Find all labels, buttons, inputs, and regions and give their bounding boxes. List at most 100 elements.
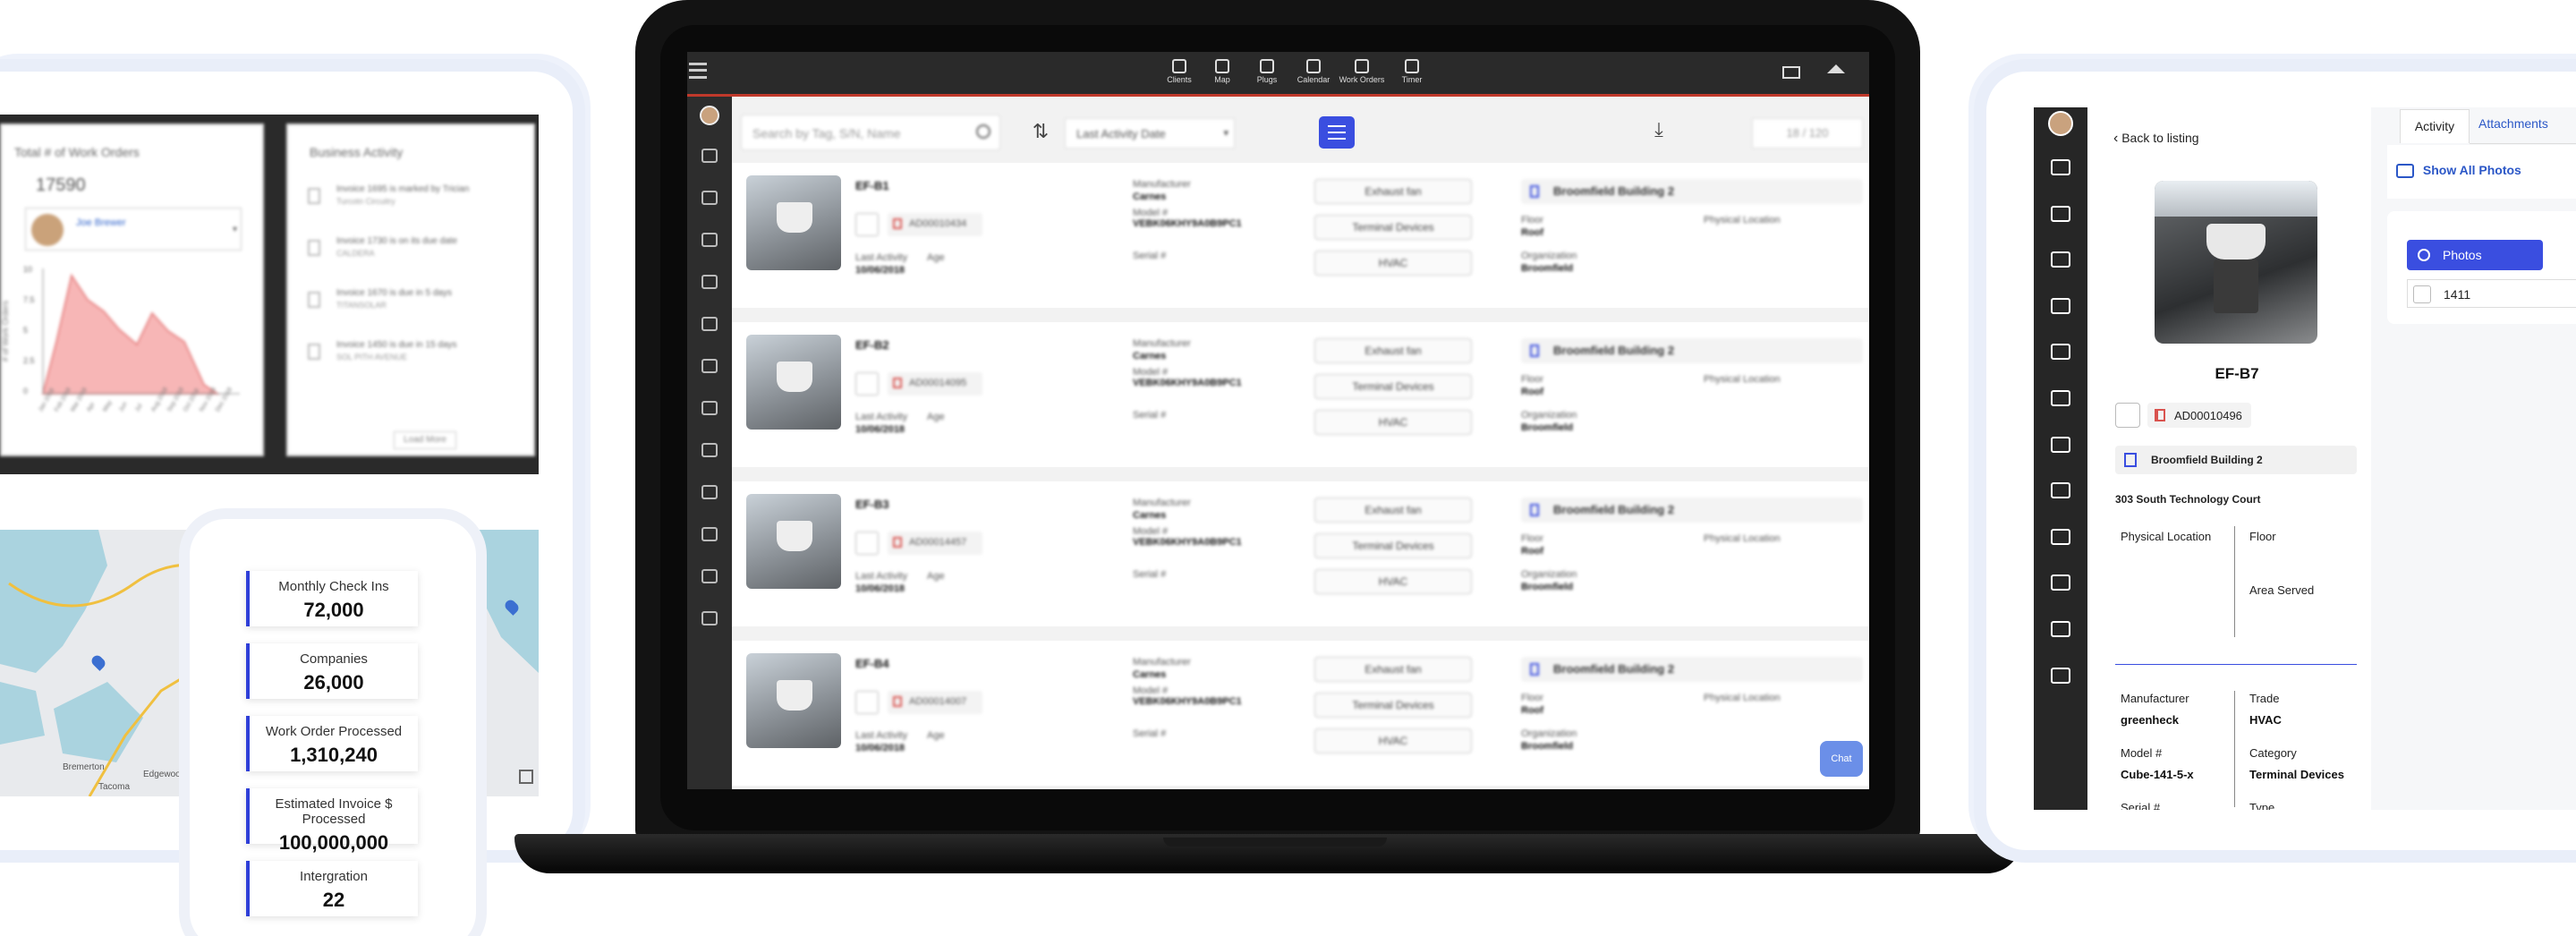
asset-row[interactable]: EF-B3 AD00014457 Last Activity Age 10/06/201… xyxy=(732,481,1869,626)
photos-button[interactable]: Photos xyxy=(2407,240,2543,270)
activity-item[interactable]: Invoice 1670 is due in 5 days TITANSOLAR xyxy=(308,288,523,324)
activity-item[interactable]: Invoice 1695 is marked by Trician Turcotn… xyxy=(308,184,523,220)
user-pin-icon[interactable] xyxy=(701,359,718,373)
briefcase-icon[interactable] xyxy=(2051,344,2070,361)
pie-chart-icon[interactable] xyxy=(701,569,718,583)
stat-card: Estimated Invoice $ Processed 100,000,000 xyxy=(246,788,418,854)
asset-id: AD00010434 xyxy=(909,218,967,229)
y-tick-label: 2.5 xyxy=(23,356,35,365)
select-checkbox[interactable] xyxy=(2115,403,2140,428)
load-more-button[interactable]: Load More xyxy=(394,431,456,449)
dollar-icon[interactable] xyxy=(701,275,718,289)
model-label: Model # xyxy=(1133,208,1169,218)
chart-y-axis-label: # of Work Orders xyxy=(1,300,11,362)
asset-row[interactable]: EF-B2 AD00014095 Last Activity Age 10/06/201… xyxy=(732,322,1869,467)
truck-icon[interactable] xyxy=(701,485,718,499)
model-label: Model # xyxy=(1133,526,1169,537)
serial-label: Serial # xyxy=(2121,801,2161,810)
chevron-down-icon: ▾ xyxy=(1223,128,1228,139)
activity-item[interactable]: Invoice 1730 is on its due date CALDERA xyxy=(308,236,523,272)
filter-button[interactable] xyxy=(1319,116,1355,149)
section-divider xyxy=(2115,664,2357,665)
avatar[interactable] xyxy=(2048,111,2073,136)
manufacturer-value: Carnes xyxy=(1133,510,1167,521)
search-icon[interactable] xyxy=(976,124,990,139)
map-label: Bremerton xyxy=(63,762,105,772)
clipboard-icon[interactable] xyxy=(701,233,718,247)
tab-attachments[interactable]: Attachments xyxy=(2478,116,2548,131)
nav-item-work-orders[interactable]: Work Orders xyxy=(1335,57,1389,84)
map-pin-icon xyxy=(1215,59,1229,73)
photo-list-item[interactable]: 1411 xyxy=(2407,279,2576,308)
truck-icon[interactable] xyxy=(2051,528,2070,545)
physical-location-label: Physical Location xyxy=(1704,215,1781,225)
nav-item-plugs[interactable]: Plugs xyxy=(1240,57,1294,84)
dashboard-icon[interactable] xyxy=(701,401,718,415)
clipboard-icon xyxy=(1355,59,1369,73)
select-checkbox[interactable] xyxy=(855,372,879,396)
contact-card-icon[interactable] xyxy=(701,149,718,163)
dollar-icon[interactable] xyxy=(2051,297,2070,314)
activity-item[interactable]: Invoice 1450 is due in 15 days SOL PITH A… xyxy=(308,340,523,376)
tab-activity[interactable]: Activity xyxy=(2400,109,2470,143)
stat-value: 22 xyxy=(322,889,345,911)
map-layers-icon[interactable] xyxy=(519,770,533,784)
asset-row[interactable]: EF-B4 AD00014007 Last Activity Age 10/06/201… xyxy=(732,641,1869,786)
category-pill: Terminal Devices xyxy=(1314,533,1472,558)
sort-select[interactable]: Last Activity Date ▾ xyxy=(1065,118,1235,149)
last-activity-label: Last Activity xyxy=(855,412,908,422)
back-link[interactable]: ‹ Back to listing xyxy=(2113,131,2199,147)
asset-photo[interactable] xyxy=(2155,181,2317,344)
handshake-icon[interactable] xyxy=(2051,667,2070,684)
analytics-icon[interactable] xyxy=(701,191,718,205)
select-checkbox[interactable] xyxy=(855,213,879,236)
floor-label: Floor xyxy=(1521,215,1544,225)
building-chip: Broomfield Building 2 xyxy=(1521,498,1863,523)
asset-id: AD00010496 xyxy=(2174,409,2242,422)
document-icon[interactable] xyxy=(2051,574,2070,591)
stat-card: Monthly Check Ins 72,000 xyxy=(246,571,418,626)
chat-button[interactable]: Chat xyxy=(1820,741,1863,777)
handshake-icon[interactable] xyxy=(701,611,718,625)
invoice-icon xyxy=(308,344,320,360)
nav-item-timer[interactable]: Timer xyxy=(1385,57,1439,84)
sort-order-button[interactable]: ⇅ xyxy=(1025,116,1056,149)
mail-icon[interactable] xyxy=(1782,66,1800,79)
activity-item-title: Invoice 1695 is marked by Trician xyxy=(336,184,470,194)
show-all-photos-label: Show All Photos xyxy=(2422,163,2521,177)
activity-item-subtitle: Turcotn Circuitry xyxy=(336,197,395,206)
document-icon[interactable] xyxy=(701,527,718,541)
home-icon[interactable] xyxy=(1827,64,1845,73)
search-input[interactable]: Search by Tag, S/N, Name xyxy=(741,115,1000,150)
avatar[interactable] xyxy=(700,106,719,125)
manufacturer-value: greenheck xyxy=(2121,713,2180,727)
photo-checkbox[interactable] xyxy=(2413,285,2431,303)
asset-row[interactable]: EF-B1 AD00010434 Last Activity Age 10/06/201… xyxy=(732,163,1869,308)
pulse-icon[interactable] xyxy=(2051,482,2070,499)
serial-label: Serial # xyxy=(1133,251,1167,261)
pulse-icon[interactable] xyxy=(701,443,718,457)
contact-card-icon[interactable] xyxy=(2051,159,2070,175)
floor-value: Roof xyxy=(1521,546,1544,557)
asset-id-icon xyxy=(893,537,902,548)
trade-pill: HVAC xyxy=(1314,569,1472,594)
activity-item-title: Invoice 1730 is on its due date xyxy=(336,236,458,246)
select-checkbox[interactable] xyxy=(855,532,879,555)
briefcase-icon[interactable] xyxy=(701,317,718,331)
clipboard-icon[interactable] xyxy=(2051,251,2070,268)
asset-row-details: EF-B1 AD00010434 Last Activity Age 10/06/201… xyxy=(732,163,1869,308)
nav-item-calendar[interactable]: Calendar xyxy=(1287,57,1340,84)
pie-chart-icon[interactable] xyxy=(2051,621,2070,637)
chevron-left-icon: ‹ xyxy=(2113,131,2119,146)
dashboard-icon[interactable] xyxy=(2051,436,2070,453)
download-icon[interactable]: ⤓ xyxy=(1646,118,1671,147)
analytics-icon[interactable] xyxy=(2051,205,2070,222)
user-pin-icon[interactable] xyxy=(2051,390,2070,406)
asset-row-details: EF-B2 AD00014095 Last Activity Age 10/06/201… xyxy=(732,322,1869,467)
show-all-photos-button[interactable]: Show All Photos xyxy=(2396,163,2521,179)
chevron-down-icon: ▾ xyxy=(232,225,237,234)
select-checkbox[interactable] xyxy=(855,691,879,714)
user-select[interactable]: Joe Brewer ▾ xyxy=(25,208,242,251)
hamburger-menu-icon[interactable] xyxy=(689,63,707,79)
divider xyxy=(2234,691,2235,807)
